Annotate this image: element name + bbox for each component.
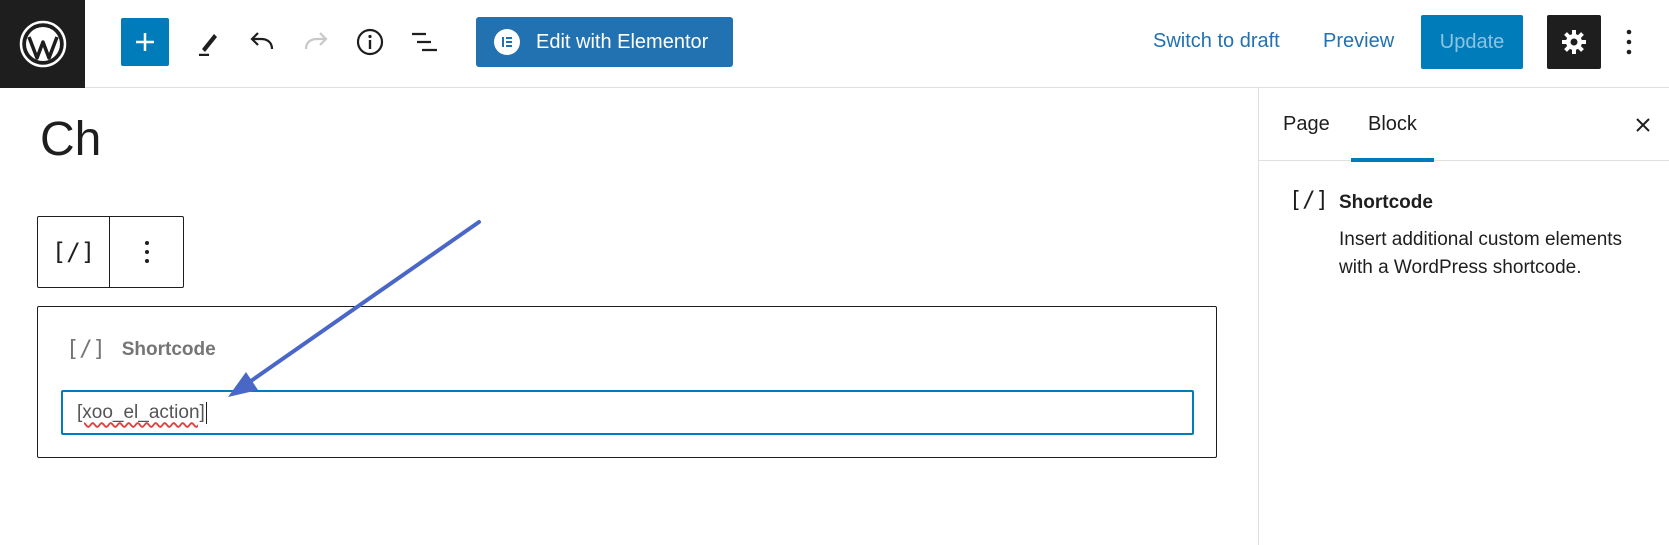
- close-icon: [1636, 118, 1650, 132]
- tab-block-label: Block: [1368, 113, 1417, 135]
- shortcode-label-text: Shortcode: [121, 338, 216, 360]
- list-view-button[interactable]: [399, 17, 449, 67]
- shortcode-icon: [/]: [1289, 188, 1329, 213]
- redo-button[interactable]: [291, 17, 341, 67]
- block-toolbar: [/]: [37, 216, 184, 288]
- gear-icon: [1562, 30, 1586, 54]
- close-sidebar-button[interactable]: [1626, 108, 1660, 142]
- undo-button[interactable]: [237, 17, 287, 67]
- tab-block[interactable]: Block: [1351, 88, 1434, 162]
- shortcode-block[interactable]: [/] Shortcode [xoo_el_action]: [37, 306, 1217, 458]
- tab-page[interactable]: Page: [1283, 88, 1330, 161]
- preview-button[interactable]: Preview: [1323, 30, 1394, 53]
- list-view-icon: [412, 32, 437, 52]
- block-options-button[interactable]: [110, 217, 183, 287]
- switch-to-draft-button[interactable]: Switch to draft: [1153, 30, 1280, 53]
- redo-icon: [304, 32, 328, 50]
- settings-button[interactable]: [1547, 15, 1601, 69]
- tools-button[interactable]: [184, 17, 234, 67]
- settings-sidebar: Page Block [/] Shortcode Insert addition…: [1258, 88, 1669, 545]
- post-title[interactable]: Ch: [40, 112, 101, 167]
- block-card-description: Insert additional custom elements with a…: [1339, 229, 1623, 278]
- sidebar-tabs: Page Block: [1259, 88, 1669, 162]
- block-type-button[interactable]: [/]: [38, 217, 110, 287]
- pencil-icon: [199, 34, 217, 56]
- wordpress-logo-icon[interactable]: [0, 0, 85, 88]
- elementor-button-label: Edit with Elementor: [536, 30, 709, 53]
- text-caret: [205, 401, 207, 424]
- options-button[interactable]: [1614, 17, 1644, 67]
- elementor-icon: [494, 29, 520, 55]
- more-vertical-icon: [144, 241, 149, 263]
- info-icon: [356, 28, 384, 56]
- shortcode-input-value: [xoo_el_action]: [77, 401, 205, 423]
- shortcode-input[interactable]: [xoo_el_action]: [61, 390, 1194, 435]
- details-button[interactable]: [345, 17, 395, 67]
- add-block-button[interactable]: [121, 18, 169, 66]
- editor-header: Edit with Elementor Switch to draft Prev…: [0, 0, 1669, 88]
- block-card-title: Shortcode: [1339, 192, 1433, 213]
- more-vertical-icon: [1626, 29, 1632, 55]
- edit-with-elementor-button[interactable]: Edit with Elementor: [476, 17, 733, 67]
- undo-icon: [250, 32, 274, 50]
- update-button[interactable]: Update: [1421, 15, 1523, 69]
- plus-icon: [136, 33, 154, 51]
- shortcode-icon: [/]: [66, 337, 106, 362]
- shortcode-block-label: [/] Shortcode: [66, 337, 216, 362]
